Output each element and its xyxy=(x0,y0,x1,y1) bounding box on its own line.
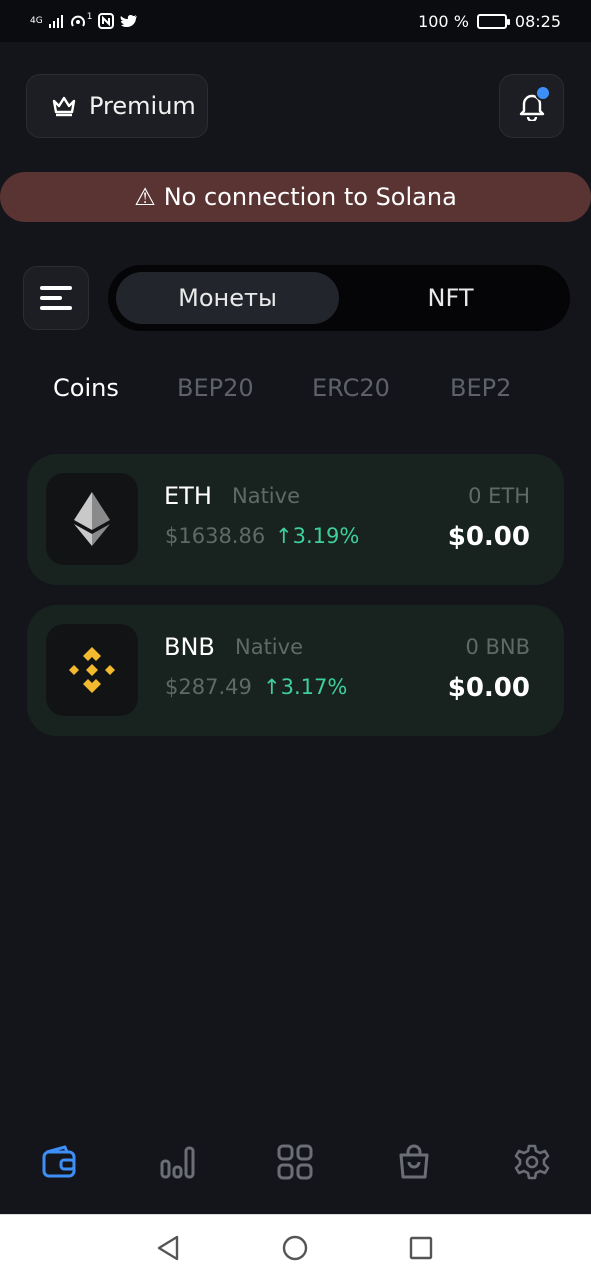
coin-change: ↑3.17% xyxy=(263,675,348,699)
sim-indicator: 1 xyxy=(86,12,93,22)
recents-icon[interactable] xyxy=(406,1233,436,1263)
network-type: 4G xyxy=(30,15,43,26)
clock: 08:25 xyxy=(514,11,561,31)
coin-price: $1638.86 xyxy=(165,524,266,548)
menu-line xyxy=(40,306,72,310)
notifications-button[interactable] xyxy=(499,74,564,138)
battery-percent: 100 % xyxy=(418,11,469,31)
hotspot-icon xyxy=(70,15,85,27)
premium-button[interactable]: Premium xyxy=(26,74,208,138)
twitter-icon xyxy=(121,14,138,27)
settings-icon[interactable] xyxy=(512,1142,552,1182)
signal-icon xyxy=(48,14,63,28)
bottom-navigation xyxy=(0,1122,591,1212)
nfc-icon xyxy=(98,13,115,29)
chart-icon[interactable] xyxy=(157,1142,197,1182)
coin-tag: Native xyxy=(235,635,303,659)
coin-amount: 0 BNB xyxy=(465,635,530,659)
coin-value: $0.00 xyxy=(447,522,530,552)
tab-coins[interactable]: Coins xyxy=(53,374,119,402)
wallet-icon[interactable] xyxy=(39,1142,79,1182)
binance-icon xyxy=(46,624,138,716)
menu-line xyxy=(40,286,72,290)
crown-icon xyxy=(52,96,76,117)
coin-symbol: ETH xyxy=(164,482,212,510)
banner-text: No connection to Solana xyxy=(163,183,457,211)
coin-amount: 0 ETH xyxy=(468,484,530,508)
battery-icon xyxy=(476,13,510,29)
token-standard-tabs: Coins BEP20 ERC20 BEP2 xyxy=(0,368,591,408)
coin-price: $287.49 xyxy=(165,675,252,699)
status-right: 100 % 08:25 xyxy=(418,12,561,31)
premium-label: Premium xyxy=(89,92,196,120)
coin-change-value: 3.19% xyxy=(292,524,360,548)
coin-value: $0.00 xyxy=(447,673,530,703)
menu-line xyxy=(40,296,62,300)
shop-icon[interactable] xyxy=(394,1142,434,1182)
filter-menu-button[interactable] xyxy=(23,266,89,330)
coin-change: ↑3.19% xyxy=(275,524,360,548)
coin-tag: Native xyxy=(232,484,300,508)
ethereum-icon xyxy=(46,473,138,565)
home-icon[interactable] xyxy=(280,1233,310,1263)
segment-nft[interactable]: NFT xyxy=(339,272,562,324)
notification-dot xyxy=(535,85,551,101)
status-left: 4G 1 xyxy=(30,12,138,29)
coin-card-bnb[interactable]: BNB Native $287.49 ↑3.17% 0 BNB $0.00 xyxy=(27,605,564,736)
tab-bep20[interactable]: BEP20 xyxy=(177,374,254,402)
status-bar: 4G 1 100 % 08:25 xyxy=(0,0,591,42)
coin-symbol: BNB xyxy=(164,633,215,661)
warning-icon: ⚠ xyxy=(134,183,156,211)
system-navigation-bar xyxy=(0,1214,591,1280)
tab-erc20[interactable]: ERC20 xyxy=(312,374,390,402)
apps-icon[interactable] xyxy=(275,1142,315,1182)
asset-type-switch: Монеты NFT xyxy=(108,265,570,331)
coin-card-eth[interactable]: ETH Native $1638.86 ↑3.19% 0 ETH $0.00 xyxy=(27,454,564,585)
back-icon[interactable] xyxy=(153,1233,183,1263)
coin-change-value: 3.17% xyxy=(280,675,348,699)
segment-coins[interactable]: Монеты xyxy=(116,272,339,324)
tab-bep2[interactable]: BEP2 xyxy=(450,374,511,402)
connection-warning-banner: ⚠ No connection to Solana xyxy=(0,172,591,222)
